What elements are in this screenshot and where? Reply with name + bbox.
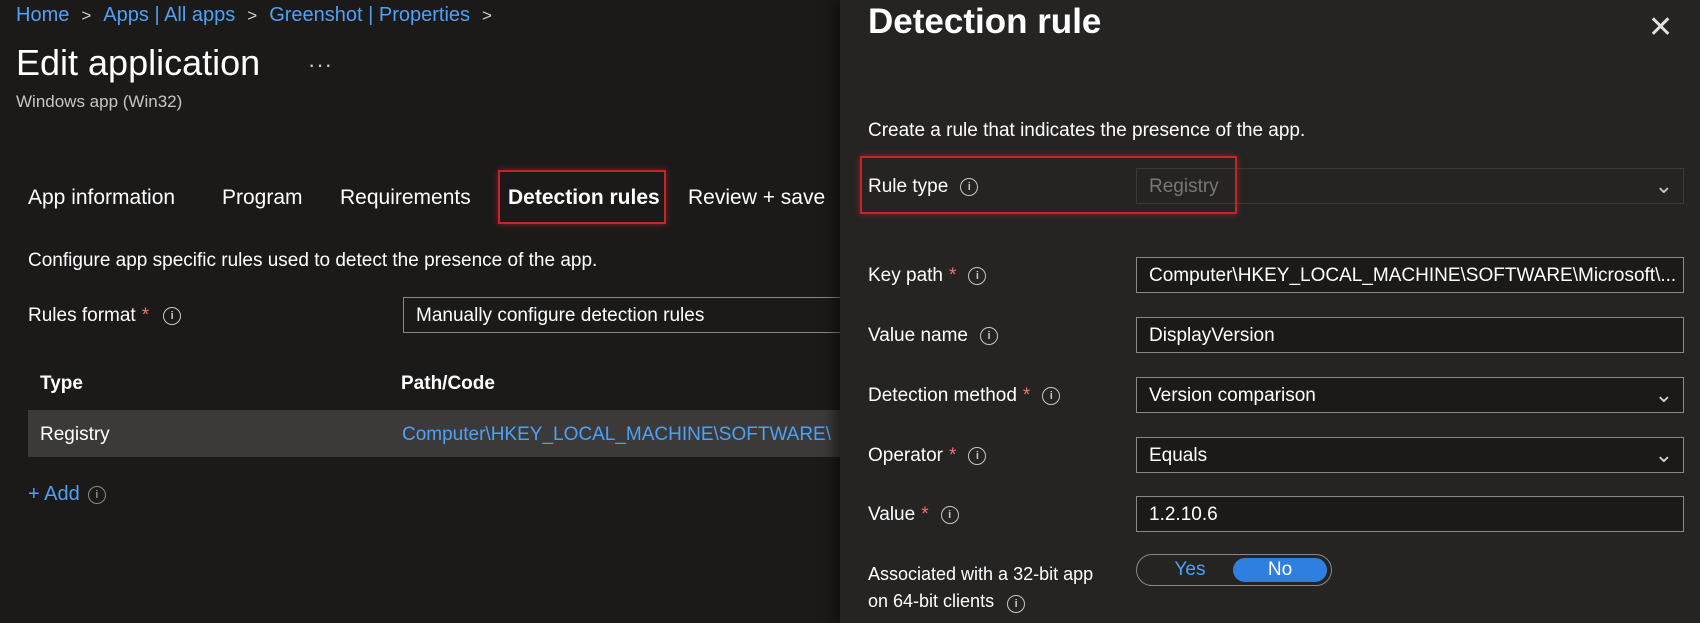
more-options-icon[interactable]: ··· [308,52,333,78]
detection-method-value: Version comparison [1149,385,1316,406]
detection-description: Configure app specific rules used to det… [28,250,598,271]
row-type: Registry [40,424,110,445]
chevron-down-icon: ⌄ [1654,173,1673,198]
key-path-input[interactable]: Computer\HKEY_LOCAL_MACHINE\SOFTWARE\Mic… [1136,257,1684,293]
value-input[interactable]: 1.2.10.6 [1136,496,1684,532]
page-subtitle: Windows app (Win32) [16,92,183,111]
assoc-line-2: on 64-bit clients [868,591,995,611]
tab-requirements[interactable]: Requirements [340,186,471,210]
column-header-type: Type [40,373,83,394]
operator-dropdown[interactable]: Equals ⌄ [1136,437,1684,473]
toggle-yes-option[interactable]: Yes [1143,558,1237,582]
chevron-down-icon: ⌄ [1654,382,1673,407]
info-icon[interactable]: i [1042,387,1061,405]
info-icon[interactable]: i [968,447,987,465]
breadcrumb: Home > Apps | All apps > Greenshot | Pro… [16,4,504,27]
required-asterisk: * [948,445,957,466]
info-icon[interactable]: i [980,327,998,345]
detection-method-text: Detection method [868,385,1017,406]
operator-text: Operator [868,445,943,466]
info-icon[interactable]: i [940,506,959,524]
panel-title: Detection rule [868,2,1102,41]
rules-format-dropdown[interactable]: Manually configure detection rules [403,297,843,333]
add-rule-link[interactable]: + Add i [28,483,106,506]
info-icon[interactable]: i [968,267,987,285]
key-path-text: Key path [868,265,943,286]
info-icon[interactable]: i [1007,595,1026,613]
operator-value: Equals [1149,445,1208,466]
assoc-32bit-label: Associated with a 32-bit app on 64-bit c… [868,561,1093,615]
tab-highlight-box [498,170,666,224]
breadcrumb-home[interactable]: Home [16,4,69,27]
breadcrumb-greenshot-properties[interactable]: Greenshot | Properties [269,4,470,27]
info-icon[interactable]: i [87,485,106,504]
chevron-right-icon: > [482,5,492,25]
value-label: Value * i [868,504,959,526]
chevron-right-icon: > [247,5,258,25]
detection-method-dropdown[interactable]: Version comparison ⌄ [1136,377,1684,413]
rule-type-highlight-box [860,156,1237,214]
required-asterisk: * [949,265,957,286]
rules-format-label: Rules format * i [28,305,182,327]
value-name-input[interactable]: DisplayVersion [1136,317,1684,353]
chevron-right-icon: > [81,5,92,25]
breadcrumb-all-apps[interactable]: Apps | All apps [103,4,235,27]
value-name-text: Value name [868,325,968,346]
assoc-line-2-wrap: on 64-bit clients i [868,588,1093,615]
rules-format-text: Rules format [28,305,136,326]
tab-review-save[interactable]: Review + save [688,186,825,210]
close-icon[interactable]: ✕ [1648,10,1673,45]
assoc-line-1: Associated with a 32-bit app [868,564,1094,584]
required-asterisk: * [1022,385,1031,406]
tab-app-information[interactable]: App information [28,186,175,210]
value-text: Value [868,504,916,525]
info-icon[interactable]: i [163,307,182,325]
tab-program[interactable]: Program [222,186,303,210]
assoc-32bit-toggle[interactable]: Yes No [1136,554,1332,586]
page-title: Edit application [16,42,261,83]
chevron-down-icon: ⌄ [1654,442,1673,467]
column-header-path: Path/Code [401,373,495,394]
required-asterisk: * [141,305,150,326]
panel-description: Create a rule that indicates the presenc… [868,120,1306,141]
key-path-label: Key path * i [868,265,987,287]
detection-rule-panel: Detection rule ✕ Create a rule that indi… [840,0,1700,623]
detection-method-label: Detection method * i [868,385,1061,407]
required-asterisk: * [921,504,929,525]
operator-label: Operator * i [868,445,987,467]
add-label[interactable]: + Add [28,483,80,506]
row-path-link[interactable]: Computer\HKEY_LOCAL_MACHINE\SOFTWARE\Mic… [402,424,832,446]
value-name-label: Value name i [868,325,998,347]
toggle-no-option[interactable]: No [1233,558,1327,582]
